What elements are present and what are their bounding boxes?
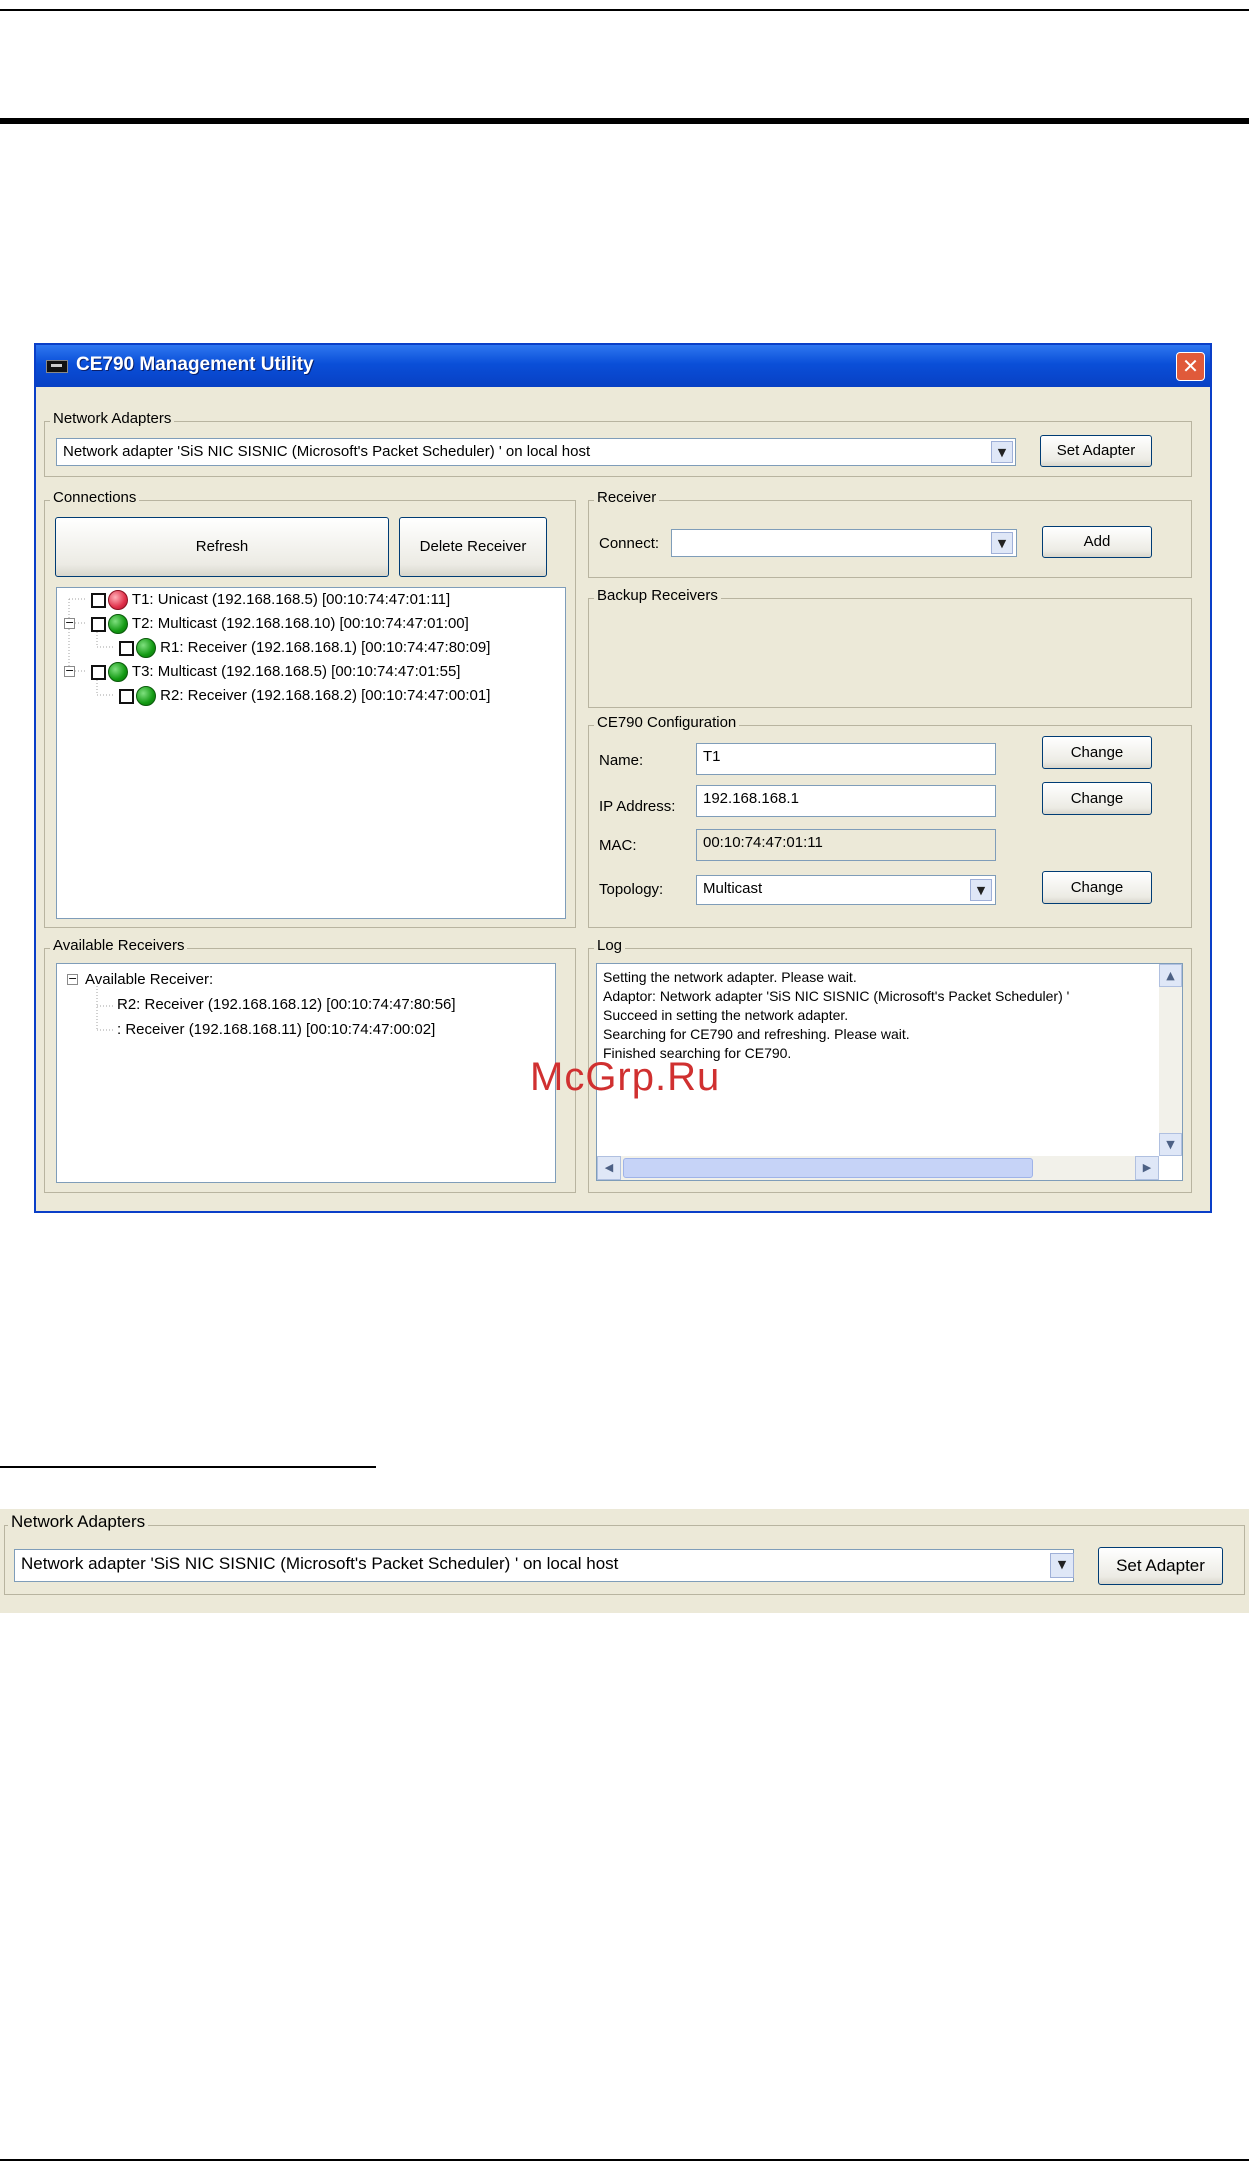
log-text: Setting the network adapter. Please wait… xyxy=(603,968,1153,1063)
connect-select[interactable] xyxy=(671,529,1017,557)
collapse-icon[interactable]: − xyxy=(64,617,75,629)
network-adapter-detail-select[interactable]: Network adapter 'SiS NIC SISNIC (Microso… xyxy=(14,1549,1074,1582)
tree-item-label: T2: Multicast (192.168.168.10) [00:10:74… xyxy=(131,615,469,632)
checkbox[interactable] xyxy=(91,616,106,632)
available-receivers-tree[interactable]: − Available Receiver: R2: Receiver (192.… xyxy=(56,963,556,1183)
network-adapter-detail-dropdown-arrow[interactable]: ▼ xyxy=(1050,1553,1074,1578)
ip-address-label: IP Address: xyxy=(599,798,676,815)
window-title: CE790 Management Utility xyxy=(76,354,314,375)
network-adapters-detail-label: Network Adapters xyxy=(8,1512,149,1532)
bottom-rule xyxy=(0,2159,1249,2161)
name-label: Name: xyxy=(599,752,644,769)
connections-tree[interactable]: T1: Unicast (192.168.168.5) [00:10:74:47… xyxy=(56,587,566,919)
header-rule xyxy=(0,118,1249,124)
backup-receivers-group xyxy=(588,598,1192,708)
log-horizontal-scrollbar[interactable]: ◀ ▶ xyxy=(597,1156,1159,1180)
tree-item-label: R2: Receiver (192.168.168.2) [00:10:74:4… xyxy=(160,687,491,704)
tree-item-r2[interactable]: R2: Receiver (192.168.168.2) [00:10:74:4… xyxy=(119,684,490,708)
scroll-left-icon[interactable]: ◀ xyxy=(597,1156,621,1180)
checkbox[interactable] xyxy=(91,664,106,680)
scroll-right-icon[interactable]: ▶ xyxy=(1135,1156,1159,1180)
mac-label: MAC: xyxy=(599,837,637,854)
delete-receiver-button[interactable]: Delete Receiver xyxy=(399,517,547,577)
checkbox[interactable] xyxy=(119,640,134,656)
log-label: Log xyxy=(594,937,626,954)
log-line: Adaptor: Network adapter 'SiS NIC SISNIC… xyxy=(603,988,1070,1004)
available-receivers-label: Available Receivers xyxy=(50,937,188,954)
checkbox[interactable] xyxy=(119,688,134,704)
set-adapter-button[interactable]: Set Adapter xyxy=(1040,435,1152,467)
tree-item-t3[interactable]: T3: Multicast (192.168.168.5) [00:10:74:… xyxy=(91,660,460,684)
network-adapter-select[interactable]: Network adapter 'SiS NIC SISNIC (Microso… xyxy=(56,438,1016,466)
scroll-up-icon[interactable]: ▲ xyxy=(1159,964,1182,987)
app-icon xyxy=(46,360,68,373)
status-green-icon xyxy=(108,614,128,635)
watermark: McGrp.Ru xyxy=(530,1055,721,1099)
scroll-thumb[interactable] xyxy=(623,1158,1033,1178)
footnote-rule xyxy=(0,1466,376,1468)
top-rule xyxy=(0,9,1249,11)
connections-label: Connections xyxy=(50,489,140,506)
topology-select[interactable]: Multicast xyxy=(696,875,996,905)
change-name-button[interactable]: Change xyxy=(1042,736,1152,769)
set-adapter-detail-button[interactable]: Set Adapter xyxy=(1098,1547,1223,1585)
topology-dropdown-arrow[interactable]: ▼ xyxy=(970,879,992,901)
status-green-icon xyxy=(136,638,156,659)
network-adapters-detail: Network Adapters Network adapter 'SiS NI… xyxy=(0,1509,1249,1613)
tree-item-label: T1: Unicast (192.168.168.5) [00:10:74:47… xyxy=(131,591,451,608)
status-green-icon xyxy=(136,686,156,707)
refresh-button[interactable]: Refresh xyxy=(55,517,389,577)
backup-receivers-label: Backup Receivers xyxy=(594,587,721,604)
close-icon: ✕ xyxy=(1182,354,1199,378)
tree-item-label: T3: Multicast (192.168.168.5) [00:10:74:… xyxy=(131,663,461,680)
name-field[interactable]: T1 xyxy=(696,743,996,775)
status-green-icon xyxy=(108,662,128,683)
connect-dropdown-arrow[interactable]: ▼ xyxy=(991,532,1013,554)
change-ip-button[interactable]: Change xyxy=(1042,782,1152,815)
ip-address-field[interactable]: 192.168.168.1 xyxy=(696,785,996,817)
mac-field: 00:10:74:47:01:11 xyxy=(696,829,996,861)
tree-item-r1[interactable]: R1: Receiver (192.168.168.1) [00:10:74:4… xyxy=(119,636,490,660)
receiver-label: Receiver xyxy=(594,489,660,506)
tree-item-t1[interactable]: T1: Unicast (192.168.168.5) [00:10:74:47… xyxy=(91,588,450,612)
title-bar[interactable]: CE790 Management Utility ✕ xyxy=(36,345,1210,387)
tree-item-t2[interactable]: T2: Multicast (192.168.168.10) [00:10:74… xyxy=(91,612,469,636)
log-line: Setting the network adapter. Please wait… xyxy=(603,969,857,985)
status-red-icon xyxy=(108,590,128,611)
log-line: Searching for CE790 and refreshing. Plea… xyxy=(603,1026,910,1042)
add-button[interactable]: Add xyxy=(1042,526,1152,558)
ce790-configuration-label: CE790 Configuration xyxy=(594,714,740,731)
log-vertical-scrollbar[interactable]: ▲ ▼ xyxy=(1159,964,1182,1156)
checkbox[interactable] xyxy=(91,592,106,608)
available-receiver-item[interactable]: : Receiver (192.168.168.11) [00:10:74:47… xyxy=(117,1018,435,1042)
log-line: Succeed in setting the network adapter. xyxy=(603,1007,849,1023)
network-adapter-dropdown-arrow[interactable]: ▼ xyxy=(991,441,1013,463)
collapse-icon[interactable]: − xyxy=(64,665,75,677)
topology-label: Topology: xyxy=(599,881,664,898)
connect-label: Connect: xyxy=(599,535,660,552)
close-button[interactable]: ✕ xyxy=(1176,352,1205,381)
change-topology-button[interactable]: Change xyxy=(1042,871,1152,904)
network-adapters-label: Network Adapters xyxy=(50,410,175,427)
collapse-icon[interactable]: − xyxy=(67,973,78,985)
available-receiver-item[interactable]: R2: Receiver (192.168.168.12) [00:10:74:… xyxy=(117,993,456,1017)
available-root[interactable]: Available Receiver: xyxy=(85,968,213,992)
scroll-down-icon[interactable]: ▼ xyxy=(1159,1133,1182,1156)
tree-item-label: R1: Receiver (192.168.168.1) [00:10:74:4… xyxy=(160,639,491,656)
